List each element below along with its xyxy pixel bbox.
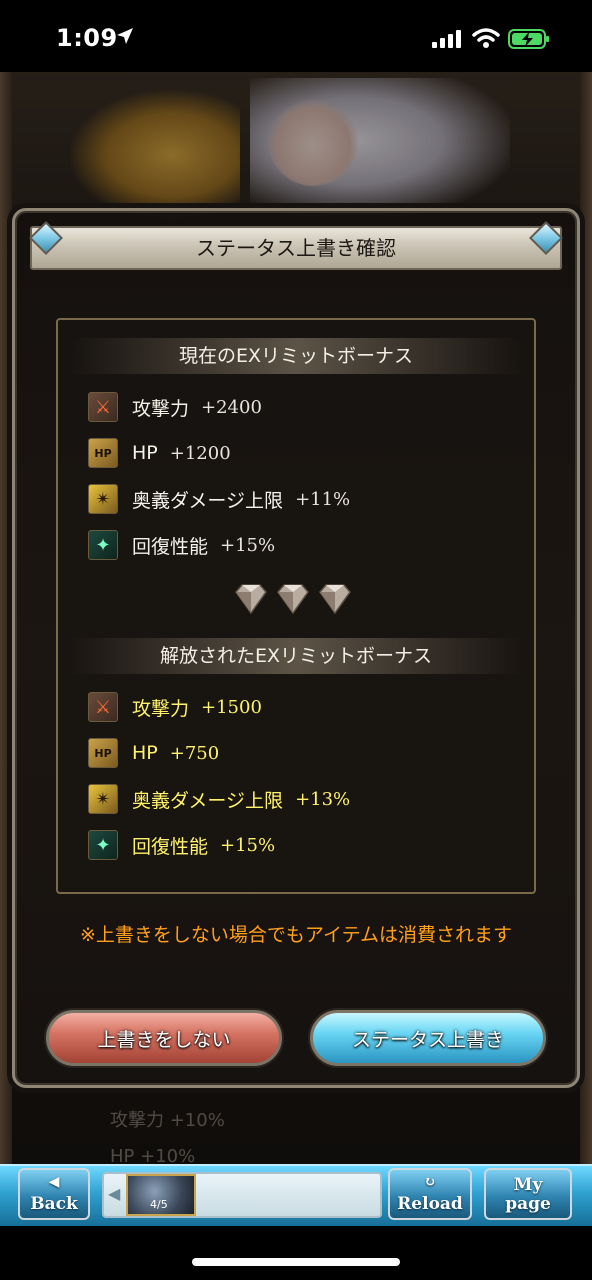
diamond-icon	[319, 584, 351, 614]
stat-value: +750	[169, 742, 220, 764]
attack-icon: ⚔	[88, 392, 118, 422]
reload-icon: ↻	[424, 1174, 436, 1190]
current-stat-row: ✴ 奥義ダメージ上限 +11%	[88, 482, 350, 516]
stat-name: 奥義ダメージ上限	[132, 789, 284, 812]
frame-right-rail	[580, 72, 592, 1164]
ougi-icon: ✴	[88, 784, 118, 814]
stat-value: +13%	[295, 788, 351, 810]
current-stat-row: ⚔ 攻撃力 +2400	[88, 390, 262, 424]
back-button[interactable]: ◀ Back	[18, 1168, 90, 1220]
home-indicator[interactable]	[192, 1258, 400, 1266]
mypage-label-line1: My	[513, 1175, 543, 1195]
stat-name: HP	[132, 742, 158, 764]
hp-icon: HP	[88, 738, 118, 768]
stat-name: 攻撃力	[132, 697, 190, 720]
wifi-icon	[472, 28, 500, 48]
palette-left-arrow-icon[interactable]: ◀	[108, 1184, 122, 1206]
released-stat-row: ⚔ 攻撃力 +1500	[88, 690, 262, 724]
back-label: Back	[30, 1194, 78, 1214]
diamond-icon	[277, 584, 309, 614]
diamond-icon	[235, 584, 267, 614]
back-arrow-icon: ◀	[48, 1174, 60, 1190]
consumption-note: ※上書きをしない場合でもアイテムは消費されます	[79, 924, 513, 946]
status-time: 1:09	[56, 24, 118, 52]
do-not-overwrite-button[interactable]: 上書きをしない	[46, 1010, 282, 1066]
ougi-icon: ✴	[88, 484, 118, 514]
stat-value: +15%	[220, 534, 276, 556]
dialog-header: ステータス上書き確認	[30, 226, 562, 270]
status-bar: 1:09	[0, 0, 592, 72]
location-arrow-icon	[117, 28, 133, 44]
stat-name: 回復性能	[132, 535, 209, 558]
reload-button[interactable]: ↻ Reload	[388, 1168, 472, 1220]
released-bonus-title: 解放されたEXリミットボーナス	[70, 638, 522, 674]
home-bar-area	[0, 1226, 592, 1280]
cellular-signal-icon	[432, 30, 461, 48]
reload-label: Reload	[397, 1194, 463, 1214]
stat-value: +11%	[295, 488, 351, 510]
current-stat-row: ✦ 回復性能 +15%	[88, 528, 275, 562]
stat-value: +15%	[220, 834, 276, 856]
frame-left-rail	[0, 72, 12, 1164]
dialog-title: ステータス上書き確認	[196, 236, 396, 260]
mypage-button[interactable]: My page	[484, 1168, 572, 1220]
hp-icon: HP	[88, 438, 118, 468]
heal-icon: ✦	[88, 830, 118, 860]
current-stat-row: HP HP +1200	[88, 436, 231, 470]
stat-name: 回復性能	[132, 835, 209, 858]
mypage-label-line2: page	[505, 1194, 551, 1214]
battery-charging-icon	[508, 29, 549, 49]
released-stat-row: ✴ 奥義ダメージ上限 +13%	[88, 782, 350, 816]
stat-name: 奥義ダメージ上限	[132, 489, 284, 512]
heal-icon: ✦	[88, 530, 118, 560]
attack-icon: ⚔	[88, 692, 118, 722]
stat-value: +1500	[201, 696, 262, 718]
current-bonus-title: 現在のEXリミットボーナス	[70, 338, 522, 374]
stat-name: 攻撃力	[132, 397, 190, 420]
limit-diamonds	[234, 584, 358, 616]
stat-name: HP	[132, 442, 158, 464]
stat-value: +2400	[201, 396, 262, 418]
released-stat-row: ✦ 回復性能 +15%	[88, 828, 275, 862]
background-stat-line: 攻撃力 +10%	[110, 1110, 225, 1131]
stat-value: +1200	[169, 442, 231, 464]
thumbnail-count: 4/5	[150, 1198, 168, 1211]
released-stat-row: HP HP +750	[88, 736, 219, 770]
overwrite-status-button[interactable]: ステータス上書き	[310, 1010, 546, 1066]
